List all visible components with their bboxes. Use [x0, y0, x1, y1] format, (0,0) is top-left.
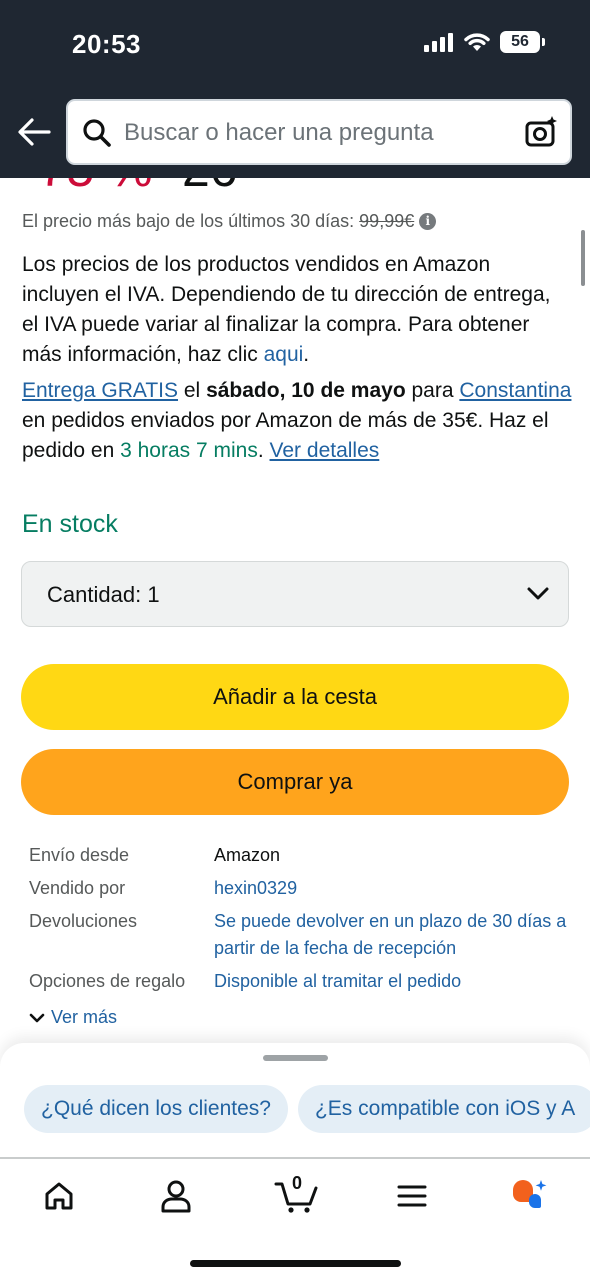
tab-home[interactable] — [34, 1175, 84, 1217]
info-icon[interactable]: i — [419, 213, 437, 230]
camera-search-icon[interactable] — [524, 115, 558, 149]
sheet-drag-handle[interactable] — [263, 1055, 328, 1061]
signal-icon — [424, 33, 453, 52]
quantity-label-text: Cantidad: — [47, 582, 142, 607]
returns-link[interactable]: Se puede devolver en un plazo de 30 días… — [214, 908, 569, 962]
tab-rufus[interactable] — [504, 1175, 554, 1217]
detail-row-ships-from: Envío desde Amazon — [29, 842, 569, 869]
rufus-icon — [513, 1180, 547, 1208]
delivery-text-2: para — [411, 379, 454, 402]
suggestions-sheet: ¿Qué dicen los clientes? ¿Es compatible … — [0, 1043, 590, 1280]
iva-more-link[interactable]: aqui — [264, 343, 304, 366]
scrollbar[interactable] — [581, 230, 585, 286]
lowest-price-note: El precio más bajo de los últimos 30 día… — [22, 211, 437, 232]
detail-label: Envío desde — [29, 845, 130, 865]
quantity-select[interactable]: Cantidad: 1 — [21, 561, 569, 627]
suggestion-chip[interactable]: ¿Qué dicen los clientes? — [24, 1085, 288, 1133]
offer-details-table: Envío desde Amazon Vendido por hexin0329… — [29, 842, 569, 995]
delivery-info: Entrega GRATIS el sábado, 10 de mayo par… — [22, 376, 578, 466]
account-icon — [161, 1180, 191, 1213]
free-delivery-link[interactable]: Entrega GRATIS — [22, 379, 178, 402]
search-bar[interactable] — [66, 99, 572, 165]
status-icons: 56 — [424, 31, 545, 53]
tab-account[interactable] — [151, 1175, 201, 1217]
order-countdown: 3 horas 7 mins — [120, 439, 258, 462]
see-more-link[interactable]: Ver más — [29, 1007, 117, 1028]
delivery-date: sábado, 10 de mayo — [206, 379, 406, 402]
iva-end: . — [303, 343, 310, 366]
delivery-text-4: . — [257, 439, 264, 462]
detail-value: Amazon — [214, 845, 281, 865]
home-indicator — [190, 1260, 401, 1267]
buy-now-button[interactable]: Comprar ya — [21, 749, 569, 815]
price-row: -75 % 26 — [0, 178, 590, 196]
seller-link[interactable]: hexin0329 — [214, 875, 297, 902]
app-header: 20:53 56 — [0, 0, 590, 178]
suggestion-chip[interactable]: ¿Es compatible con iOS y A — [297, 1085, 590, 1133]
arrow-left-icon — [18, 118, 51, 146]
tab-cart[interactable]: 0 — [270, 1173, 324, 1217]
delivery-text-1: el — [183, 379, 201, 402]
menu-icon — [397, 1185, 427, 1207]
detail-row-returns: Devoluciones Se puede devolver en un pla… — [29, 908, 569, 962]
detail-row-sold-by: Vendido por hexin0329 — [29, 875, 569, 902]
search-icon — [83, 119, 111, 147]
detail-label: Devoluciones — [29, 911, 138, 931]
detail-label: Vendido por — [29, 878, 126, 898]
cart-count-badge: 0 — [292, 1173, 303, 1193]
quantity-value: 1 — [147, 582, 160, 607]
detail-label: Opciones de regalo — [29, 971, 186, 991]
lowest-price-value: 99,99€ — [359, 211, 415, 231]
back-button[interactable] — [14, 112, 54, 152]
battery-icon: 56 — [500, 31, 545, 53]
home-icon — [45, 1182, 73, 1210]
delivery-location-link[interactable]: Constantina — [459, 379, 571, 402]
status-time: 20:53 — [72, 29, 141, 59]
chevron-down-icon — [527, 587, 549, 600]
price-amount: 26 — [182, 178, 238, 196]
see-more-label: Ver más — [51, 1007, 118, 1027]
lowest-price-label: El precio más bajo de los últimos 30 día… — [22, 211, 355, 231]
suggestion-chips: ¿Qué dicen los clientes? ¿Es compatible … — [24, 1085, 590, 1133]
wifi-icon — [464, 33, 490, 51]
gift-options-link[interactable]: Disponible al tramitar el pedido — [214, 968, 461, 995]
quantity-label: Cantidad: 1 — [47, 582, 160, 608]
iva-notice: Los precios de los productos vendidos en… — [22, 250, 570, 370]
delivery-details-link[interactable]: Ver detalles — [270, 439, 380, 462]
stock-status: En stock — [22, 510, 118, 538]
chevron-down-icon — [29, 1013, 45, 1022]
search-input[interactable] — [124, 113, 514, 153]
discount-percent: -75 % — [22, 178, 153, 196]
detail-row-gift: Opciones de regalo Disponible al tramita… — [29, 968, 569, 995]
tab-menu[interactable] — [387, 1175, 437, 1217]
add-to-cart-button[interactable]: Añadir a la cesta — [21, 664, 569, 730]
